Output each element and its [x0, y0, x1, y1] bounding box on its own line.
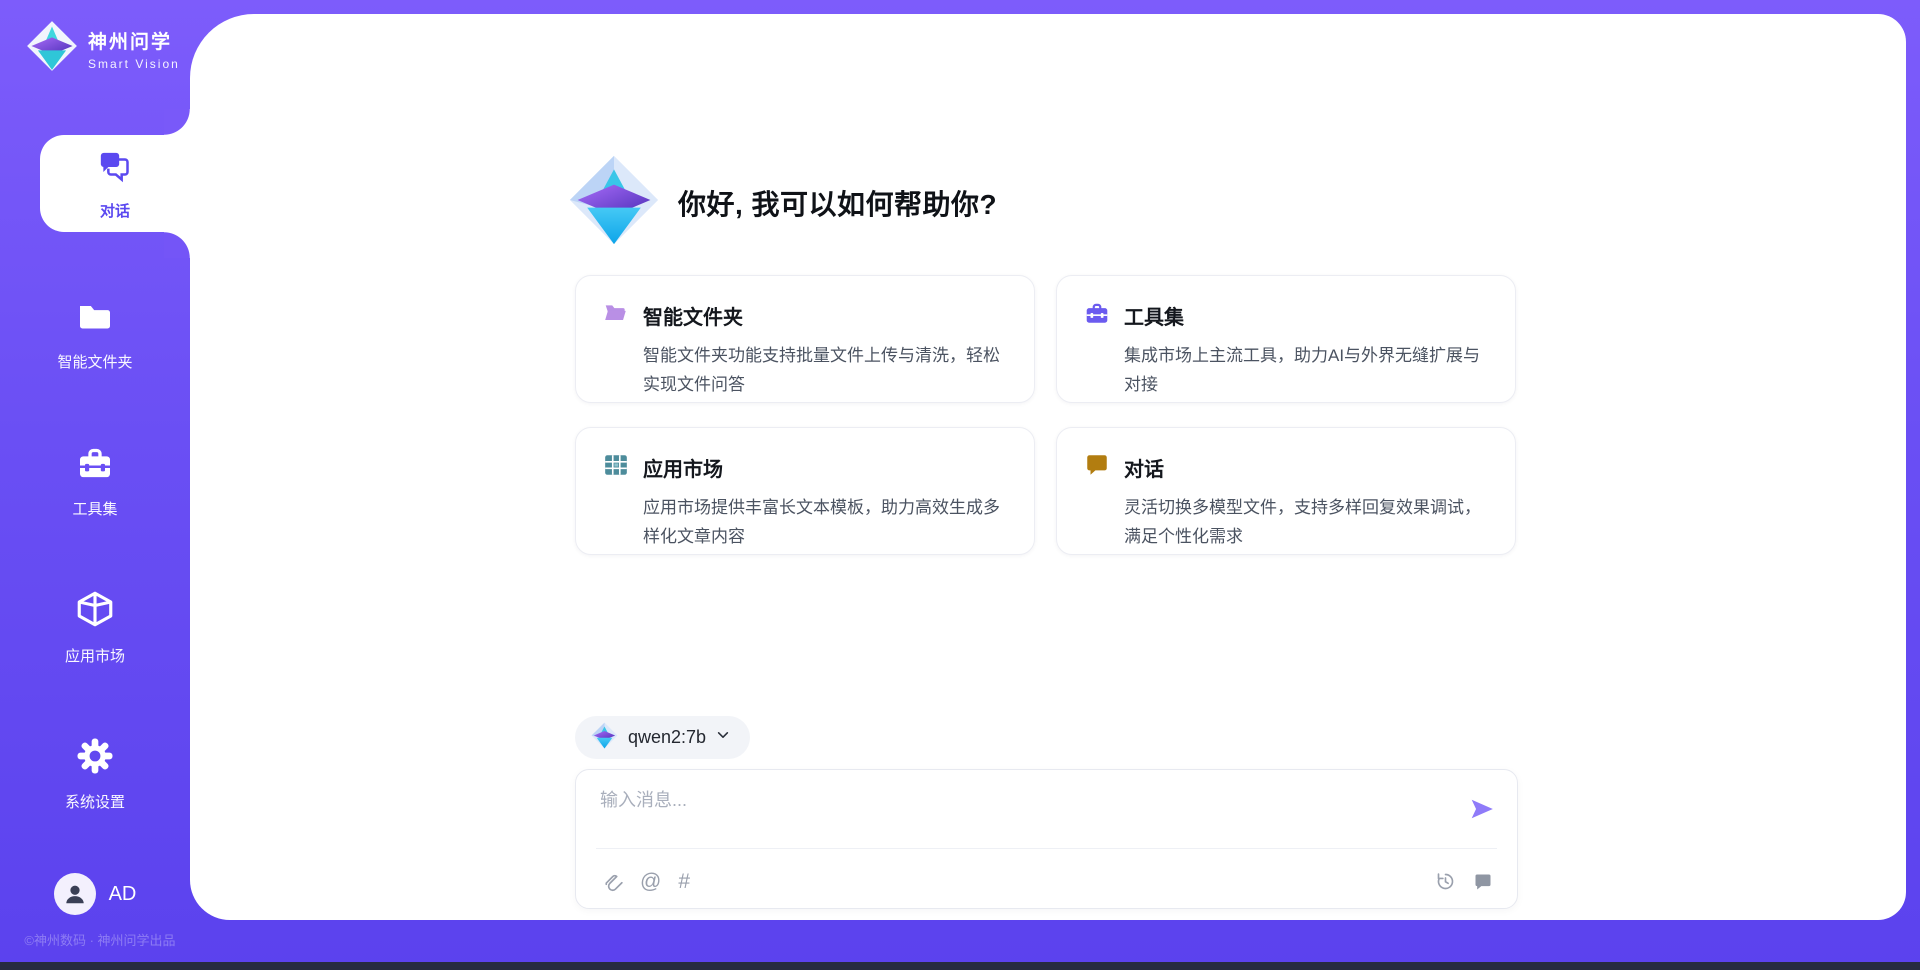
gear-icon [75, 736, 115, 781]
card-app-market[interactable]: 应用市场 应用市场提供丰富长文本模板，助力高效生成多样化文章内容 [575, 427, 1035, 555]
greeting: 你好, 我可以如何帮助你? [568, 154, 997, 251]
card-chat[interactable]: 对话 灵活切换多模型文件，支持多样回复效果调试，满足个性化需求 [1056, 427, 1516, 555]
feature-cards: 智能文件夹 智能文件夹功能支持批量文件上传与清洗，轻松实现文件问答 工具集 集成… [575, 275, 1516, 555]
hashtag-icon[interactable]: # [678, 872, 690, 892]
sidebar-item-label: 对话 [100, 200, 130, 221]
cube-icon [74, 588, 116, 635]
main-content-panel: 你好, 我可以如何帮助你? 智能文件夹 智能文件夹功能支持批量文件上传与清洗，轻… [190, 14, 1906, 920]
brand-subtitle: Smart Vision [88, 57, 180, 71]
chevron-down-icon [716, 728, 730, 747]
sidebar-item-label: 应用市场 [65, 645, 125, 666]
history-icon[interactable] [1435, 871, 1456, 892]
send-icon[interactable] [1469, 796, 1495, 822]
card-description: 集成市场上主流工具，助力AI与外界无缝扩展与对接 [1124, 341, 1487, 399]
attach-file-icon[interactable] [602, 871, 623, 892]
brand-name: 神州问学 [88, 27, 180, 54]
sidebar-item-app-market[interactable]: 应用市场 [0, 588, 190, 666]
sidebar-item-label: 智能文件夹 [57, 351, 132, 372]
card-description: 灵活切换多模型文件，支持多样回复效果调试，满足个性化需求 [1124, 493, 1487, 551]
model-diamond-icon [591, 722, 618, 754]
model-selector[interactable]: qwen2:7b [575, 716, 750, 759]
sidebar-item-chat[interactable]: 对话 [40, 135, 190, 232]
greeting-title: 你好, 我可以如何帮助你? [678, 183, 997, 223]
card-toolset[interactable]: 工具集 集成市场上主流工具，助力AI与外界无缝扩展与对接 [1056, 275, 1516, 403]
chat-bubble-icon [1084, 452, 1110, 483]
model-name: qwen2:7b [628, 727, 706, 748]
window-bottom-edge [0, 962, 1920, 970]
folder-open-icon [603, 300, 629, 331]
app-logo: 神州问学 Smart Vision [26, 20, 180, 77]
active-tab-notch-bottom [164, 232, 190, 258]
sidebar-item-settings[interactable]: 系统设置 [0, 736, 190, 812]
card-title: 智能文件夹 [643, 301, 743, 330]
sidebar-item-label: 工具集 [72, 498, 117, 519]
user-initials: AD [109, 883, 137, 906]
card-description: 应用市场提供丰富长文本模板，助力高效生成多样化文章内容 [643, 493, 1006, 551]
folder-icon [75, 296, 115, 341]
card-description: 智能文件夹功能支持批量文件上传与清洗，轻松实现文件问答 [643, 341, 1006, 399]
sidebar-item-label: 系统设置 [65, 791, 125, 812]
card-title: 工具集 [1124, 301, 1184, 330]
active-tab-notch-top [164, 109, 190, 135]
toolbox-icon [75, 443, 115, 488]
avatar [54, 873, 96, 915]
assistant-diamond-icon [568, 154, 660, 251]
message-composer: @ # [575, 769, 1518, 909]
message-input[interactable] [600, 786, 1453, 838]
mention-icon[interactable]: @ [640, 872, 661, 892]
toolbox-icon [1084, 300, 1110, 331]
sidebar: 神州问学 Smart Vision 对话 智能文件夹 [0, 0, 190, 970]
chat-bubbles-icon [95, 147, 135, 192]
card-title: 对话 [1124, 453, 1164, 482]
card-smart-folder[interactable]: 智能文件夹 智能文件夹功能支持批量文件上传与清洗，轻松实现文件问答 [575, 275, 1035, 403]
app-grid-icon [603, 452, 629, 483]
sidebar-item-toolset[interactable]: 工具集 [0, 443, 190, 519]
copyright-text: ©神州数码 · 神州问学出品 [0, 930, 200, 949]
composer-divider [596, 848, 1497, 849]
card-title: 应用市场 [643, 453, 723, 482]
sidebar-item-smart-folder[interactable]: 智能文件夹 [0, 296, 190, 372]
brand-diamond-icon [26, 20, 78, 77]
user-account[interactable]: AD [0, 873, 190, 915]
new-chat-icon[interactable] [1473, 872, 1493, 892]
